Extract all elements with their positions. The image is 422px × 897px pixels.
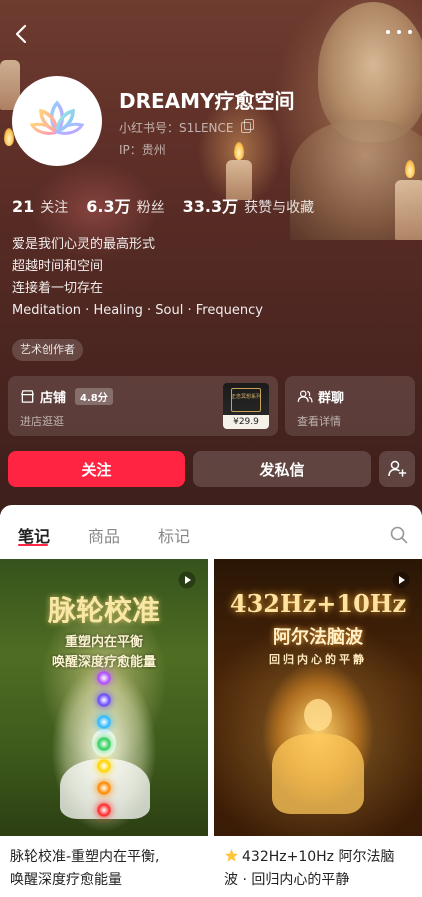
bio-line: 连接着一切存在 — [12, 281, 104, 296]
creator-tag[interactable]: 艺术创作者 — [12, 339, 83, 361]
avatar[interactable] — [12, 76, 102, 166]
note-caption-line: 波 · 回归内心的平静 — [224, 872, 350, 888]
display-name: DREAMY疗愈空间 — [119, 89, 295, 113]
chakra-orb — [97, 693, 111, 707]
cover-subtitle: 重塑内在平衡 — [64, 635, 143, 650]
lotus-logo-icon — [29, 100, 85, 135]
product-price: ¥29.9 — [223, 415, 269, 429]
bio-line: Meditation · Healing · Soul · Frequency — [12, 303, 263, 318]
chakra-orb — [97, 715, 111, 729]
note-card[interactable]: 脉轮校准 重塑内在平衡 唤醒深度疗愈能量 脉轮校准-重塑内在平衡, 唤醒深度疗愈… — [0, 559, 208, 897]
account-id-row: 小红书号：S1LENCE — [119, 119, 255, 136]
product-text: 正念冥想系列 — [230, 394, 261, 400]
video-play-icon — [178, 571, 196, 589]
video-play-icon — [392, 571, 410, 589]
note-caption: 脉轮校准-重塑内在平衡, 唤醒深度疗愈能量 — [10, 846, 202, 892]
cover-title: 脉轮校准 — [47, 594, 160, 627]
following-stat[interactable]: 21 关注 — [12, 197, 68, 217]
follow-button[interactable]: 关注 — [8, 451, 185, 487]
note-caption-line: 432Hz+10Hz 阿尔法脑 — [224, 846, 416, 869]
note-caption: 432Hz+10Hz 阿尔法脑 波 · 回归内心的平静 — [224, 846, 416, 892]
chakra-orb — [97, 759, 111, 773]
shop-title: 店铺 — [40, 391, 67, 406]
group-chat-title: 群聊 — [318, 391, 345, 406]
account-id-text: 小红书号：S1LENCE — [119, 121, 234, 135]
tab-marks[interactable]: 标记 — [158, 523, 190, 547]
note-caption-line: 唤醒深度疗愈能量 — [10, 872, 122, 888]
star-emoji-icon — [224, 848, 239, 862]
shop-subtitle: 进店逛逛 — [20, 415, 64, 428]
cover-subtitle: 唤醒深度疗愈能量 — [51, 655, 156, 670]
group-chat-title-row: 群聊 — [297, 387, 344, 406]
add-user-icon — [388, 460, 407, 477]
content-sheet: 笔记 商品 标记 脉轮校准 重塑内在平衡 唤醒深度疗愈能量 脉轮校准-重塑内在平… — [0, 505, 422, 897]
chakra-orb — [97, 737, 111, 751]
followers-count: 6.3万 — [86, 197, 131, 216]
likes-label: 获赞与收藏 — [244, 200, 315, 216]
add-friend-button[interactable] — [379, 451, 415, 487]
product-box-image — [231, 388, 261, 412]
note-caption-line: 脉轮校准-重塑内在平衡, — [10, 849, 160, 865]
product-thumbnail[interactable]: 正念冥想系列 ¥29.9 — [223, 383, 269, 429]
shop-rating-badge: 4.8分 — [75, 388, 113, 405]
meditator-figure-head — [304, 699, 332, 731]
cover-title: 432Hz+10Hz — [229, 589, 407, 618]
shop-card[interactable]: 店铺 4.8分 进店逛逛 正念冥想系列 ¥29.9 — [8, 376, 278, 436]
chakra-orb — [97, 781, 111, 795]
chakra-orb — [97, 803, 111, 817]
chakra-orb — [97, 671, 111, 685]
ip-location: IP：贵州 — [119, 143, 166, 157]
cover-subtitle: 回归内心的平静 — [269, 653, 367, 666]
candle — [395, 180, 422, 240]
bio-line: 爱是我们心灵的最高形式 — [12, 237, 156, 252]
shop-title-row: 店铺 4.8分 — [20, 387, 113, 406]
likes-stat[interactable]: 33.3万 获赞与收藏 — [183, 193, 314, 217]
cover-subtitle: 阿尔法脑波 — [273, 627, 363, 648]
meditator-figure — [272, 734, 364, 814]
search-icon[interactable] — [390, 526, 408, 544]
note-card[interactable]: 432Hz+10Hz 阿尔法脑波 回归内心的平静 432Hz+10Hz 阿尔法脑… — [214, 559, 422, 897]
following-label: 关注 — [40, 200, 69, 216]
active-tab-indicator — [18, 544, 48, 546]
back-icon[interactable] — [10, 22, 34, 46]
group-chat-card[interactable]: 群聊 查看详情 — [285, 376, 415, 436]
likes-count: 33.3万 — [182, 197, 239, 216]
note-cover-image: 432Hz+10Hz 阿尔法脑波 回归内心的平静 — [214, 559, 422, 836]
candle-flame — [405, 160, 415, 178]
candle-flame — [234, 142, 244, 160]
group-chat-subtitle: 查看详情 — [297, 415, 341, 428]
followers-label: 粉丝 — [136, 200, 165, 216]
stats-row: 21 关注 6.3万 粉丝 33.3万 获赞与收藏 — [12, 193, 314, 217]
group-chat-icon — [297, 390, 313, 403]
bio-line: 超越时间和空间 — [12, 259, 104, 274]
followers-stat[interactable]: 6.3万 粉丝 — [86, 193, 164, 217]
note-cover-image: 脉轮校准 重塑内在平衡 唤醒深度疗愈能量 — [0, 559, 208, 836]
more-options-icon[interactable] — [386, 30, 412, 38]
copy-icon[interactable] — [241, 119, 255, 133]
tab-products[interactable]: 商品 — [88, 523, 120, 547]
store-icon — [21, 390, 34, 403]
following-count: 21 — [12, 197, 35, 216]
send-message-button[interactable]: 发私信 — [193, 451, 371, 487]
bio: 爱是我们心灵的最高形式 超越时间和空间 连接着一切存在 Meditation ·… — [12, 234, 263, 322]
note-caption-text: 432Hz+10Hz 阿尔法脑 — [242, 849, 395, 865]
